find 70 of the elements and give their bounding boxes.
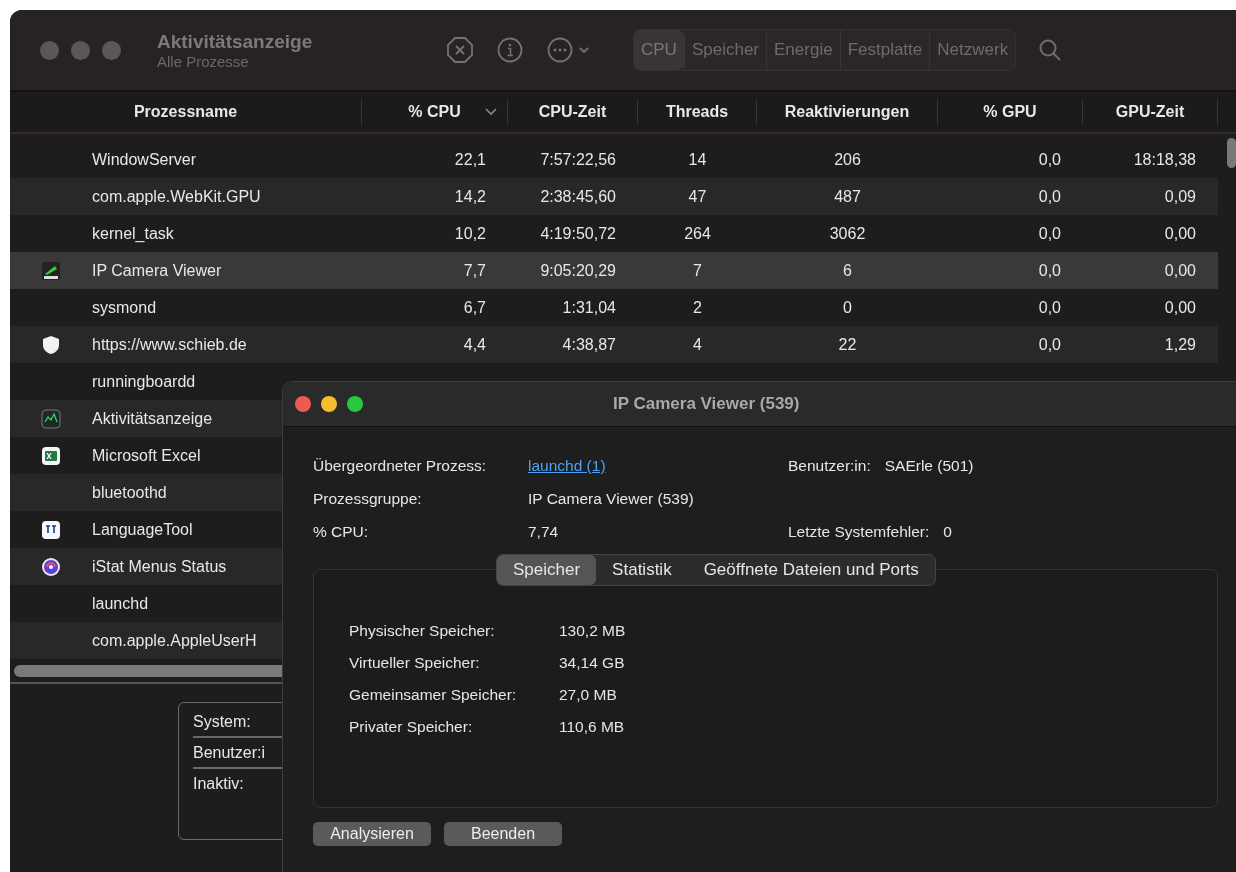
process-name: kernel_task — [92, 224, 174, 243]
field-value: 27,0 MB — [559, 686, 618, 704]
process-name: WindowServer — [92, 150, 197, 169]
table-cell-text: 14,2 — [453, 187, 487, 206]
process-name: https://www.schieb.de — [92, 335, 247, 354]
table-cell-text: 0,0 — [1037, 335, 1062, 354]
field-label: % CPU: — [313, 523, 370, 541]
field-value: 34,14 GB — [559, 654, 626, 672]
process-name: Microsoft Excel — [92, 446, 201, 465]
table-cell-text: 7,7 — [462, 261, 487, 280]
process-name: iStat Menus Status — [92, 557, 227, 576]
field-value: 130,2 MB — [559, 622, 627, 640]
table-cell-text: 487 — [833, 187, 862, 206]
table-cell-text: 4:19:50,72 — [539, 224, 617, 243]
table-cell-text: 4:38,87 — [561, 335, 617, 354]
table-cell-text: 10,2 — [453, 224, 487, 243]
field-value: SAErle (501) — [884, 457, 974, 475]
table-cell-text: 0,0 — [1037, 261, 1062, 280]
field-label: Letzte Systemfehler: — [788, 523, 931, 541]
field-value: 110,6 MB — [559, 718, 626, 736]
table-cell-text: 0,0 — [1037, 150, 1062, 169]
table-cell-text: 22,1 — [453, 150, 487, 169]
process-name: LanguageTool — [92, 520, 193, 539]
table-cell-text: 2 — [692, 298, 703, 317]
field-label: Prozessgruppe: — [313, 490, 423, 508]
field-label: Physischer Speicher: — [349, 622, 496, 640]
table-cell-text: 3062 — [828, 224, 867, 243]
process-name: runningboardd — [92, 372, 196, 391]
process-name: launchd — [92, 594, 149, 613]
table-cell-text: 7:57:22,56 — [539, 150, 617, 169]
table-cell-text: 0,0 — [1037, 298, 1062, 317]
table-cell-text: 14 — [687, 150, 708, 169]
field-value: 7,74 — [528, 523, 560, 541]
table-cell-text: 1,29 — [1163, 335, 1197, 354]
table-cell-text: 0,00 — [1163, 261, 1197, 280]
table-cell-text: 1:31,04 — [561, 298, 617, 317]
table-cell-text: 6 — [842, 261, 853, 280]
table-cell-text: 206 — [833, 150, 862, 169]
table-cell-text: 4,4 — [462, 335, 487, 354]
window-subtitle: Alle Prozesse — [157, 52, 250, 70]
table-cell-text: 0,09 — [1163, 187, 1197, 206]
field-label: Übergeordneter Prozess: — [313, 457, 488, 475]
process-name: sysmond — [92, 298, 157, 317]
process-name: com.apple.WebKit.GPU — [92, 187, 261, 206]
table-cell-text: 264 — [683, 224, 712, 243]
table-cell-text: 2:38:45,60 — [539, 187, 617, 206]
process-name: Aktivitätsanzeige — [92, 409, 213, 428]
table-cell-text: 9:05:20,29 — [539, 261, 617, 280]
table-cell-text: 0,0 — [1037, 224, 1062, 243]
window-title: Aktivitätsanzeige — [157, 30, 314, 53]
field-value: 0 — [943, 523, 952, 541]
table-cell-text: 47 — [687, 187, 708, 206]
table-cell-text: 18:18,38 — [1132, 150, 1197, 169]
summary-label: Inaktiv: — [193, 774, 245, 794]
window-title: IP Camera Viewer (539) — [613, 394, 800, 414]
table-cell-text: 22 — [837, 335, 858, 354]
process-name: bluetoothd — [92, 483, 167, 502]
field-value: IP Camera Viewer (539) — [528, 490, 695, 508]
table-cell-text: 6,7 — [462, 298, 487, 317]
table-cell-text: 7 — [692, 261, 703, 280]
field-label: Gemeinsamer Speicher: — [349, 686, 518, 704]
table-cell-text: 4 — [692, 335, 703, 354]
table-cell-text: 0,00 — [1163, 224, 1197, 243]
table-cell-text: 0 — [842, 298, 853, 317]
field-label: Benutzer:in: — [788, 457, 872, 475]
process-name: IP Camera Viewer — [92, 261, 222, 280]
table-cell-text: 0,0 — [1037, 187, 1062, 206]
field-label: Virtueller Speicher: — [349, 654, 481, 672]
process-name: com.apple.AppleUserH — [92, 631, 257, 650]
table-cell-text: 0,00 — [1163, 298, 1197, 317]
